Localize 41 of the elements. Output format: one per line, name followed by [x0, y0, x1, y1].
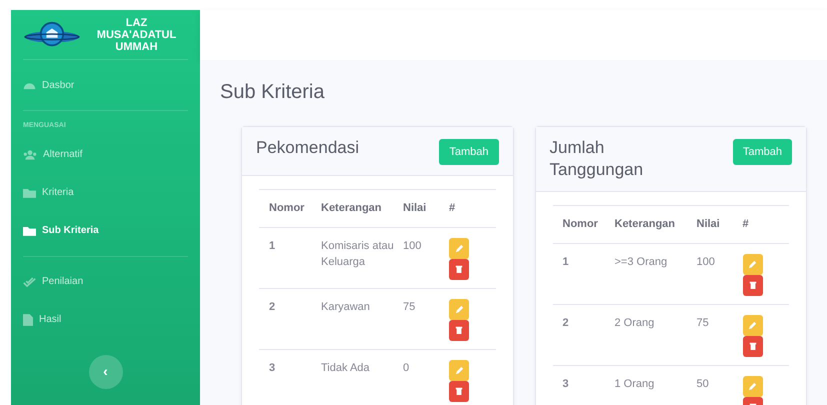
- sidebar-item[interactable]: Penilaian: [23, 262, 84, 300]
- table-cell: >=3 Orang: [614, 256, 668, 268]
- table-cell: 1: [562, 256, 569, 268]
- sidebar-item[interactable]: Alternatif: [23, 136, 82, 174]
- add-button[interactable]: Tambah: [732, 139, 792, 165]
- column-header: Keterangan: [614, 218, 676, 230]
- table-cell: 100: [403, 240, 422, 252]
- column-header: Nomor: [269, 202, 304, 214]
- table-cell: Komisaris atau Keluarga: [321, 240, 394, 268]
- table-cell: 0: [403, 362, 410, 374]
- table-cell: 1 Orang: [614, 378, 654, 390]
- column-header: #: [742, 218, 749, 230]
- brand-text: MUSA'ADATUL: [96, 28, 176, 40]
- column-header: Nilai: [403, 202, 426, 214]
- column-header: Nilai: [696, 218, 720, 230]
- column-header: Keterangan: [321, 202, 382, 214]
- sidebar-item[interactable]: Sub Kriteria: [23, 212, 99, 250]
- table-cell: Karyawan: [321, 300, 370, 312]
- page-title: Sub Kriteria: [220, 80, 324, 105]
- table-cell: 2 Orang: [614, 316, 654, 328]
- column-header: #: [449, 202, 456, 214]
- sidebar-item[interactable]: Dasbor: [23, 66, 74, 104]
- table-cell: 75: [696, 316, 709, 328]
- table-cell: 2: [562, 316, 569, 328]
- table-cell: 3: [269, 362, 276, 374]
- brand-text: LAZ: [126, 16, 148, 28]
- table-cell: 3: [562, 378, 569, 390]
- table-cell: Tidak Ada: [321, 362, 370, 374]
- table-cell: 50: [696, 378, 709, 390]
- table-cell: 100: [696, 256, 715, 268]
- column-header: Nomor: [562, 218, 598, 230]
- table-cell: 75: [403, 300, 416, 312]
- card-title: Jumlah Tanggungan: [550, 137, 644, 181]
- add-button[interactable]: Tambah: [439, 139, 498, 165]
- sidebar-item[interactable]: Kriteria: [23, 174, 74, 212]
- card-title: Pekomendasi: [256, 137, 360, 159]
- table-cell: 1: [269, 240, 276, 252]
- brand-text: UMMAH: [115, 40, 158, 52]
- collapse-button[interactable]: ‹: [88, 354, 122, 388]
- table-cell: 2: [269, 300, 276, 312]
- sidebar-item[interactable]: Hasil: [23, 300, 62, 338]
